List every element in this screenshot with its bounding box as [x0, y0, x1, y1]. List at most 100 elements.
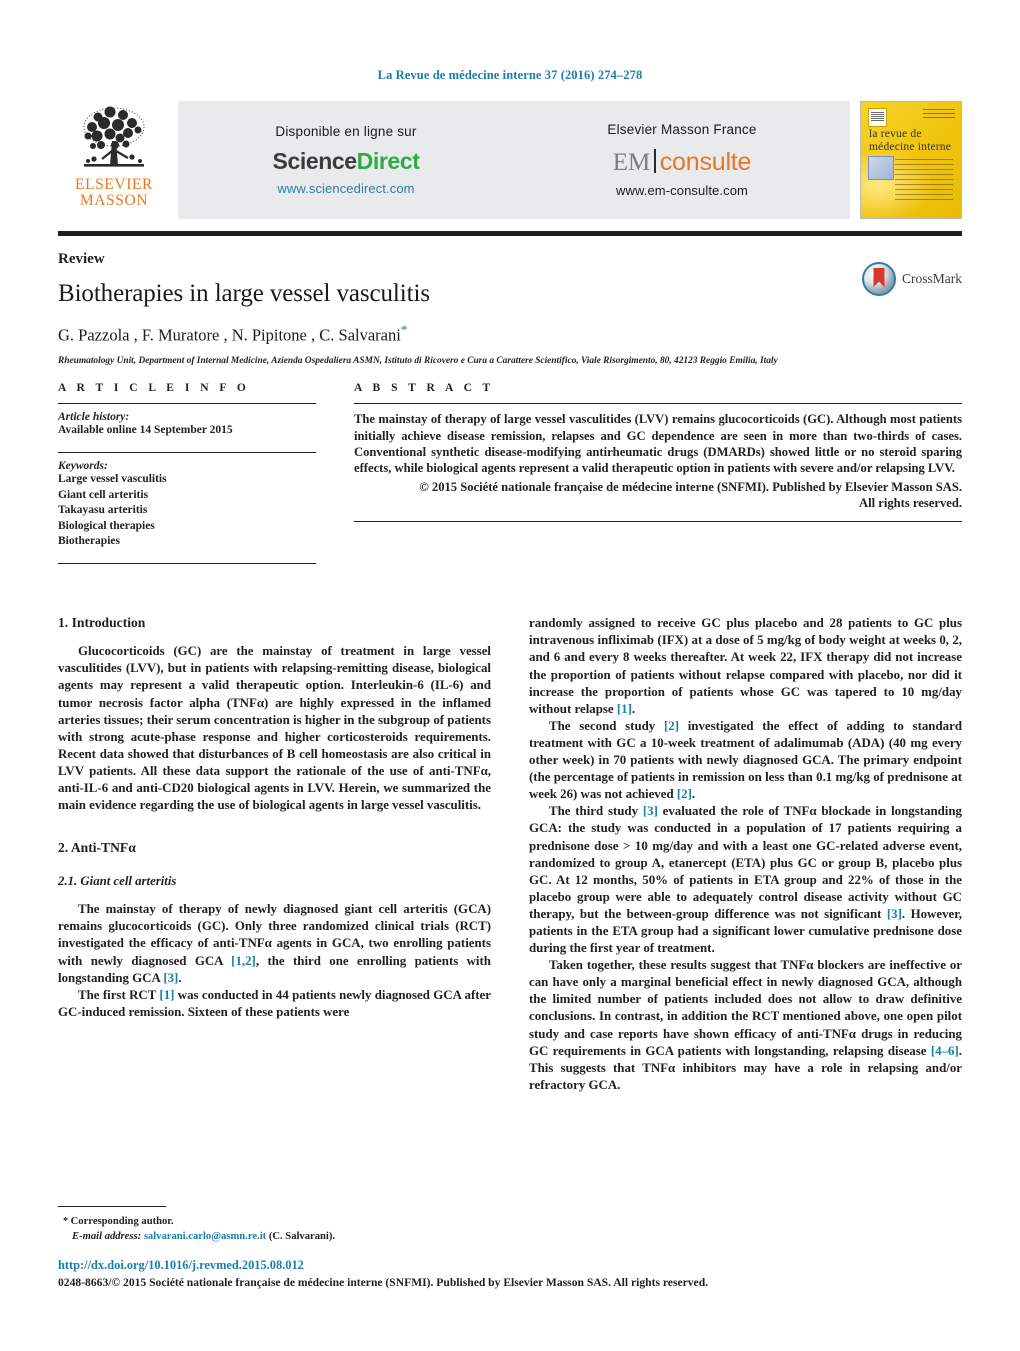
citation-ref[interactable]: [1]: [159, 988, 174, 1002]
abstract-heading: A B S T R A C T: [354, 381, 495, 394]
keywords-label: Keywords:: [58, 460, 108, 473]
paragraph: The first RCT [1] was conducted in 44 pa…: [58, 987, 491, 1021]
paragraph: The third study [3] evaluated the role o…: [529, 803, 962, 957]
section-heading-anti-tnfa: 2. Anti-TNFα: [58, 840, 136, 856]
title-block: Review Biotherapies in large vessel vasc…: [58, 236, 962, 368]
available-online-label: Disponible en ligne sur: [275, 124, 417, 139]
abstract-text: The mainstay of therapy of large vessel …: [354, 412, 962, 476]
paragraph-text: The first RCT: [78, 987, 160, 1002]
paragraph: randomly assigned to receive GC plus pla…: [529, 615, 962, 718]
email-address-label: E-mail address:: [72, 1230, 142, 1242]
citation-ref[interactable]: [1,2]: [231, 954, 256, 968]
citation-ref[interactable]: [1]: [617, 702, 632, 716]
page-footer: http://dx.doi.org/10.1016/j.revmed.2015.…: [58, 1258, 962, 1289]
paragraph-text: The third study: [549, 804, 643, 819]
paragraph-text: Taken together, these results suggest th…: [529, 958, 962, 1058]
article-info-column: A R T I C L E I N F O Article history: A…: [58, 382, 354, 572]
sciencedirect-block: Disponible en ligne sur ScienceDirect ww…: [178, 101, 514, 219]
abstract-column: A B S T R A C T The mainstay of therapy …: [354, 382, 962, 572]
section-heading-introduction: 1. Introduction: [58, 615, 146, 631]
paragraph: Taken together, these results suggest th…: [529, 957, 962, 1094]
footnote-block: * Corresponding author. E-mail address: …: [58, 1206, 498, 1244]
cover-title: la revue de médecine interne: [869, 128, 955, 153]
footnote-star-marker: *: [63, 1216, 68, 1228]
crossmark-icon: [862, 262, 896, 296]
keyword-item: Takayasu arteritis: [58, 504, 148, 517]
journal-running-head: La Revue de médecine interne 37 (2016) 2…: [377, 68, 643, 82]
cover-society-badge-icon: [868, 156, 894, 180]
sciencedirect-logo-part1: Science: [272, 148, 358, 174]
keywords-top-rule: [58, 451, 316, 454]
paragraph-text: .: [631, 701, 636, 716]
citation-ref[interactable]: [3]: [887, 907, 902, 921]
masthead-banner: ELSEVIER MASSON Disponible en ligne sur …: [58, 101, 962, 219]
paragraph: Glucocorticoids (GC) are the mainstay of…: [58, 644, 491, 813]
footnote-email: E-mail address: salvarani.carlo@asmn.re.…: [58, 1230, 498, 1244]
abstract-bottom-rule: [354, 520, 962, 523]
elsevier-tree-icon: [68, 103, 160, 177]
citation-ref[interactable]: [3]: [163, 971, 178, 985]
keywords-spacer: [58, 550, 316, 563]
email-address-link[interactable]: salvarani.carlo@asmn.re.it: [144, 1231, 266, 1242]
paragraph-text: randomly assigned to receive GC plus pla…: [529, 616, 962, 716]
subsection-heading-giant-cell-arteritis: 2.1. Giant cell arteritis: [58, 874, 177, 889]
elsevier-masson-logo: ELSEVIER MASSON: [58, 101, 170, 219]
citation-ref[interactable]: [2]: [664, 719, 679, 733]
keyword-item: Giant cell arteritis: [58, 488, 149, 501]
cover-date-block: [923, 108, 955, 118]
article-info-top-rule: [58, 402, 316, 405]
paragraph-text: The second study: [549, 718, 664, 733]
citation-ref[interactable]: [2]: [677, 787, 692, 801]
email-author-suffix: (C. Salvarani).: [268, 1230, 336, 1242]
issn-copyright-line: 0248-8663/© 2015 Société nationale franç…: [58, 1276, 709, 1289]
emconsulte-block: Elsevier Masson France EM consulte www.em…: [514, 101, 850, 219]
page-title: Biotherapies in large vessel vasculitis: [58, 280, 430, 307]
emconsulte-logo: EM consulte: [613, 146, 752, 177]
article-body: 1. Introduction Glucocorticoids (GC) are…: [58, 615, 962, 1094]
paragraph-text: .: [691, 787, 696, 802]
footnote-corresponding-author: * Corresponding author.: [58, 1215, 498, 1229]
citation-ref[interactable]: [3]: [643, 804, 658, 818]
abstract-copyright: © 2015 Société nationale française de mé…: [354, 479, 962, 512]
cover-contents-text: [895, 158, 953, 200]
body-column-right: randomly assigned to receive GC plus pla…: [529, 615, 962, 1094]
keyword-item: Biotherapies: [58, 535, 120, 548]
affiliation: Rheumatology Unit, Department of Interna…: [58, 355, 778, 366]
emconsulte-logo-part1: EM: [612, 149, 651, 176]
article-info-heading: A R T I C L E I N F O: [58, 381, 250, 394]
cover-title-line1: la revue de: [869, 128, 922, 140]
author-names: G. Pazzola , F. Muratore , N. Pipitone ,…: [58, 325, 401, 345]
article-info-spacer: [58, 439, 316, 452]
emconsulte-url[interactable]: www.em-consulte.com: [616, 183, 748, 198]
cover-publisher-icon: [868, 108, 887, 127]
sciencedirect-url[interactable]: www.sciencedirect.com: [277, 181, 414, 196]
corresponding-author-marker: *: [400, 322, 408, 337]
doi-link[interactable]: http://dx.doi.org/10.1016/j.revmed.2015.…: [58, 1258, 962, 1273]
article-history-label: Article history:: [58, 411, 130, 424]
article-type-label: Review: [58, 251, 105, 267]
abstract-copyright-line2: All rights reserved.: [859, 496, 962, 511]
elsevier-wordmark-line2: MASSON: [79, 192, 149, 209]
sciencedirect-logo-part2: Direct: [356, 148, 420, 174]
sciencedirect-logo: ScienceDirect: [273, 148, 420, 175]
article-history-value: Available online 14 September 2015: [58, 424, 233, 437]
paragraph: The second study [2] investigated the ef…: [529, 718, 962, 803]
abstract-top-rule: [354, 402, 962, 405]
crossmark-badge[interactable]: CrossMark: [862, 262, 962, 296]
abstract-copyright-line1: © 2015 Société nationale française de mé…: [419, 479, 962, 494]
emconsulte-logo-divider: [654, 149, 656, 173]
paragraph-text: .: [178, 970, 182, 985]
info-abstract-section: A R T I C L E I N F O Article history: A…: [58, 382, 962, 572]
keywords-bottom-rule: [58, 562, 316, 565]
paragraph: The mainstay of therapy of newly diagnos…: [58, 901, 491, 986]
banner-box: Disponible en ligne sur ScienceDirect ww…: [178, 101, 850, 219]
crossmark-label: CrossMark: [902, 271, 962, 286]
body-column-left: 1. Introduction Glucocorticoids (GC) are…: [58, 615, 491, 1094]
keyword-item: Biological therapies: [58, 519, 155, 532]
emconsulte-logo-part2: consulte: [659, 148, 752, 176]
footnote-rule: [58, 1206, 166, 1208]
elsevier-wordmark-line1: ELSEVIER: [75, 176, 153, 193]
elsevier-masson-france-label: Elsevier Masson France: [607, 122, 757, 137]
citation-ref[interactable]: [4–6]: [931, 1044, 959, 1058]
journal-cover-thumbnail: la revue de médecine interne: [860, 101, 962, 219]
